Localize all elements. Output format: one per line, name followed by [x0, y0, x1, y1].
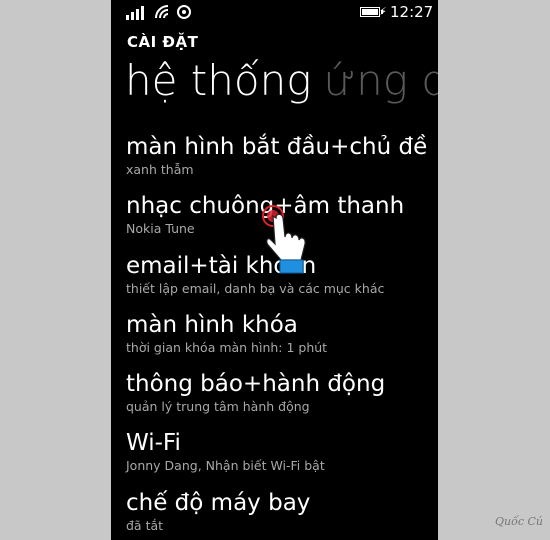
setting-title: email+tài khoản [126, 252, 317, 279]
settings-list: màn hình bắt đầu+chủ đề xanh thẫm nhạc c… [126, 132, 436, 540]
setting-wifi[interactable]: Wi-Fi Jonny Dang, Nhận biết Wi-Fi bật [126, 428, 436, 487]
setting-subtitle: đã tắt [126, 517, 164, 533]
setting-lock-screen[interactable]: màn hình khóa thời gian khóa màn hình: 1… [126, 310, 436, 369]
setting-subtitle: thiết lập email, danh bạ và các mục khác [126, 280, 385, 296]
wifi-icon [155, 5, 169, 19]
setting-subtitle: Nokia Tune [126, 221, 195, 237]
setting-notifications-actions[interactable]: thông báo+hành động quản lý trung tâm hà… [126, 369, 436, 428]
setting-subtitle: thời gian khóa màn hình: 1 phút [126, 339, 328, 355]
setting-title: màn hình bắt đầu+chủ đề [126, 134, 428, 160]
setting-subtitle: Jonny Dang, Nhận biết Wi-Fi bật [126, 458, 325, 474]
status-time: 12:27 [390, 3, 434, 21]
pivot-tab-system[interactable]: hệ thống [125, 56, 311, 105]
setting-title: màn hình khóa [126, 311, 298, 338]
setting-title: chế độ máy bay [126, 489, 311, 516]
battery-icon [360, 7, 383, 17]
watermark-signature: Quốc Cú [495, 515, 543, 528]
pivot-tab-applications[interactable]: ứng d [323, 56, 438, 105]
pivot-header: hệ thống ứng d [125, 56, 438, 105]
app-title: CÀI ĐẶT [127, 33, 199, 51]
setting-ringtones-sounds[interactable]: nhạc chuông+âm thanh Nokia Tune [126, 191, 436, 250]
setting-title: Wi-Fi [126, 430, 181, 457]
setting-title: thông báo+hành động [126, 371, 386, 398]
setting-subtitle: quản lý trung tâm hành động [126, 399, 310, 415]
setting-email-accounts[interactable]: email+tài khoản thiết lập email, danh bạ… [126, 251, 436, 310]
setting-airplane-mode[interactable]: chế độ máy bay đã tắt [126, 488, 436, 540]
setting-start-theme[interactable]: màn hình bắt đầu+chủ đề xanh thẫm [126, 132, 436, 191]
signal-strength-icon [126, 4, 148, 20]
setting-subtitle: xanh thẫm [126, 162, 194, 177]
status-bar: ⚡ 12:27 [111, 0, 438, 26]
phone-screen: ⚡ 12:27 CÀI ĐẶT hệ thống ứng d màn hình b… [111, 0, 438, 540]
sync-icon [177, 5, 191, 19]
charging-icon: ⚡ [379, 5, 387, 18]
setting-title: nhạc chuông+âm thanh [126, 193, 405, 220]
